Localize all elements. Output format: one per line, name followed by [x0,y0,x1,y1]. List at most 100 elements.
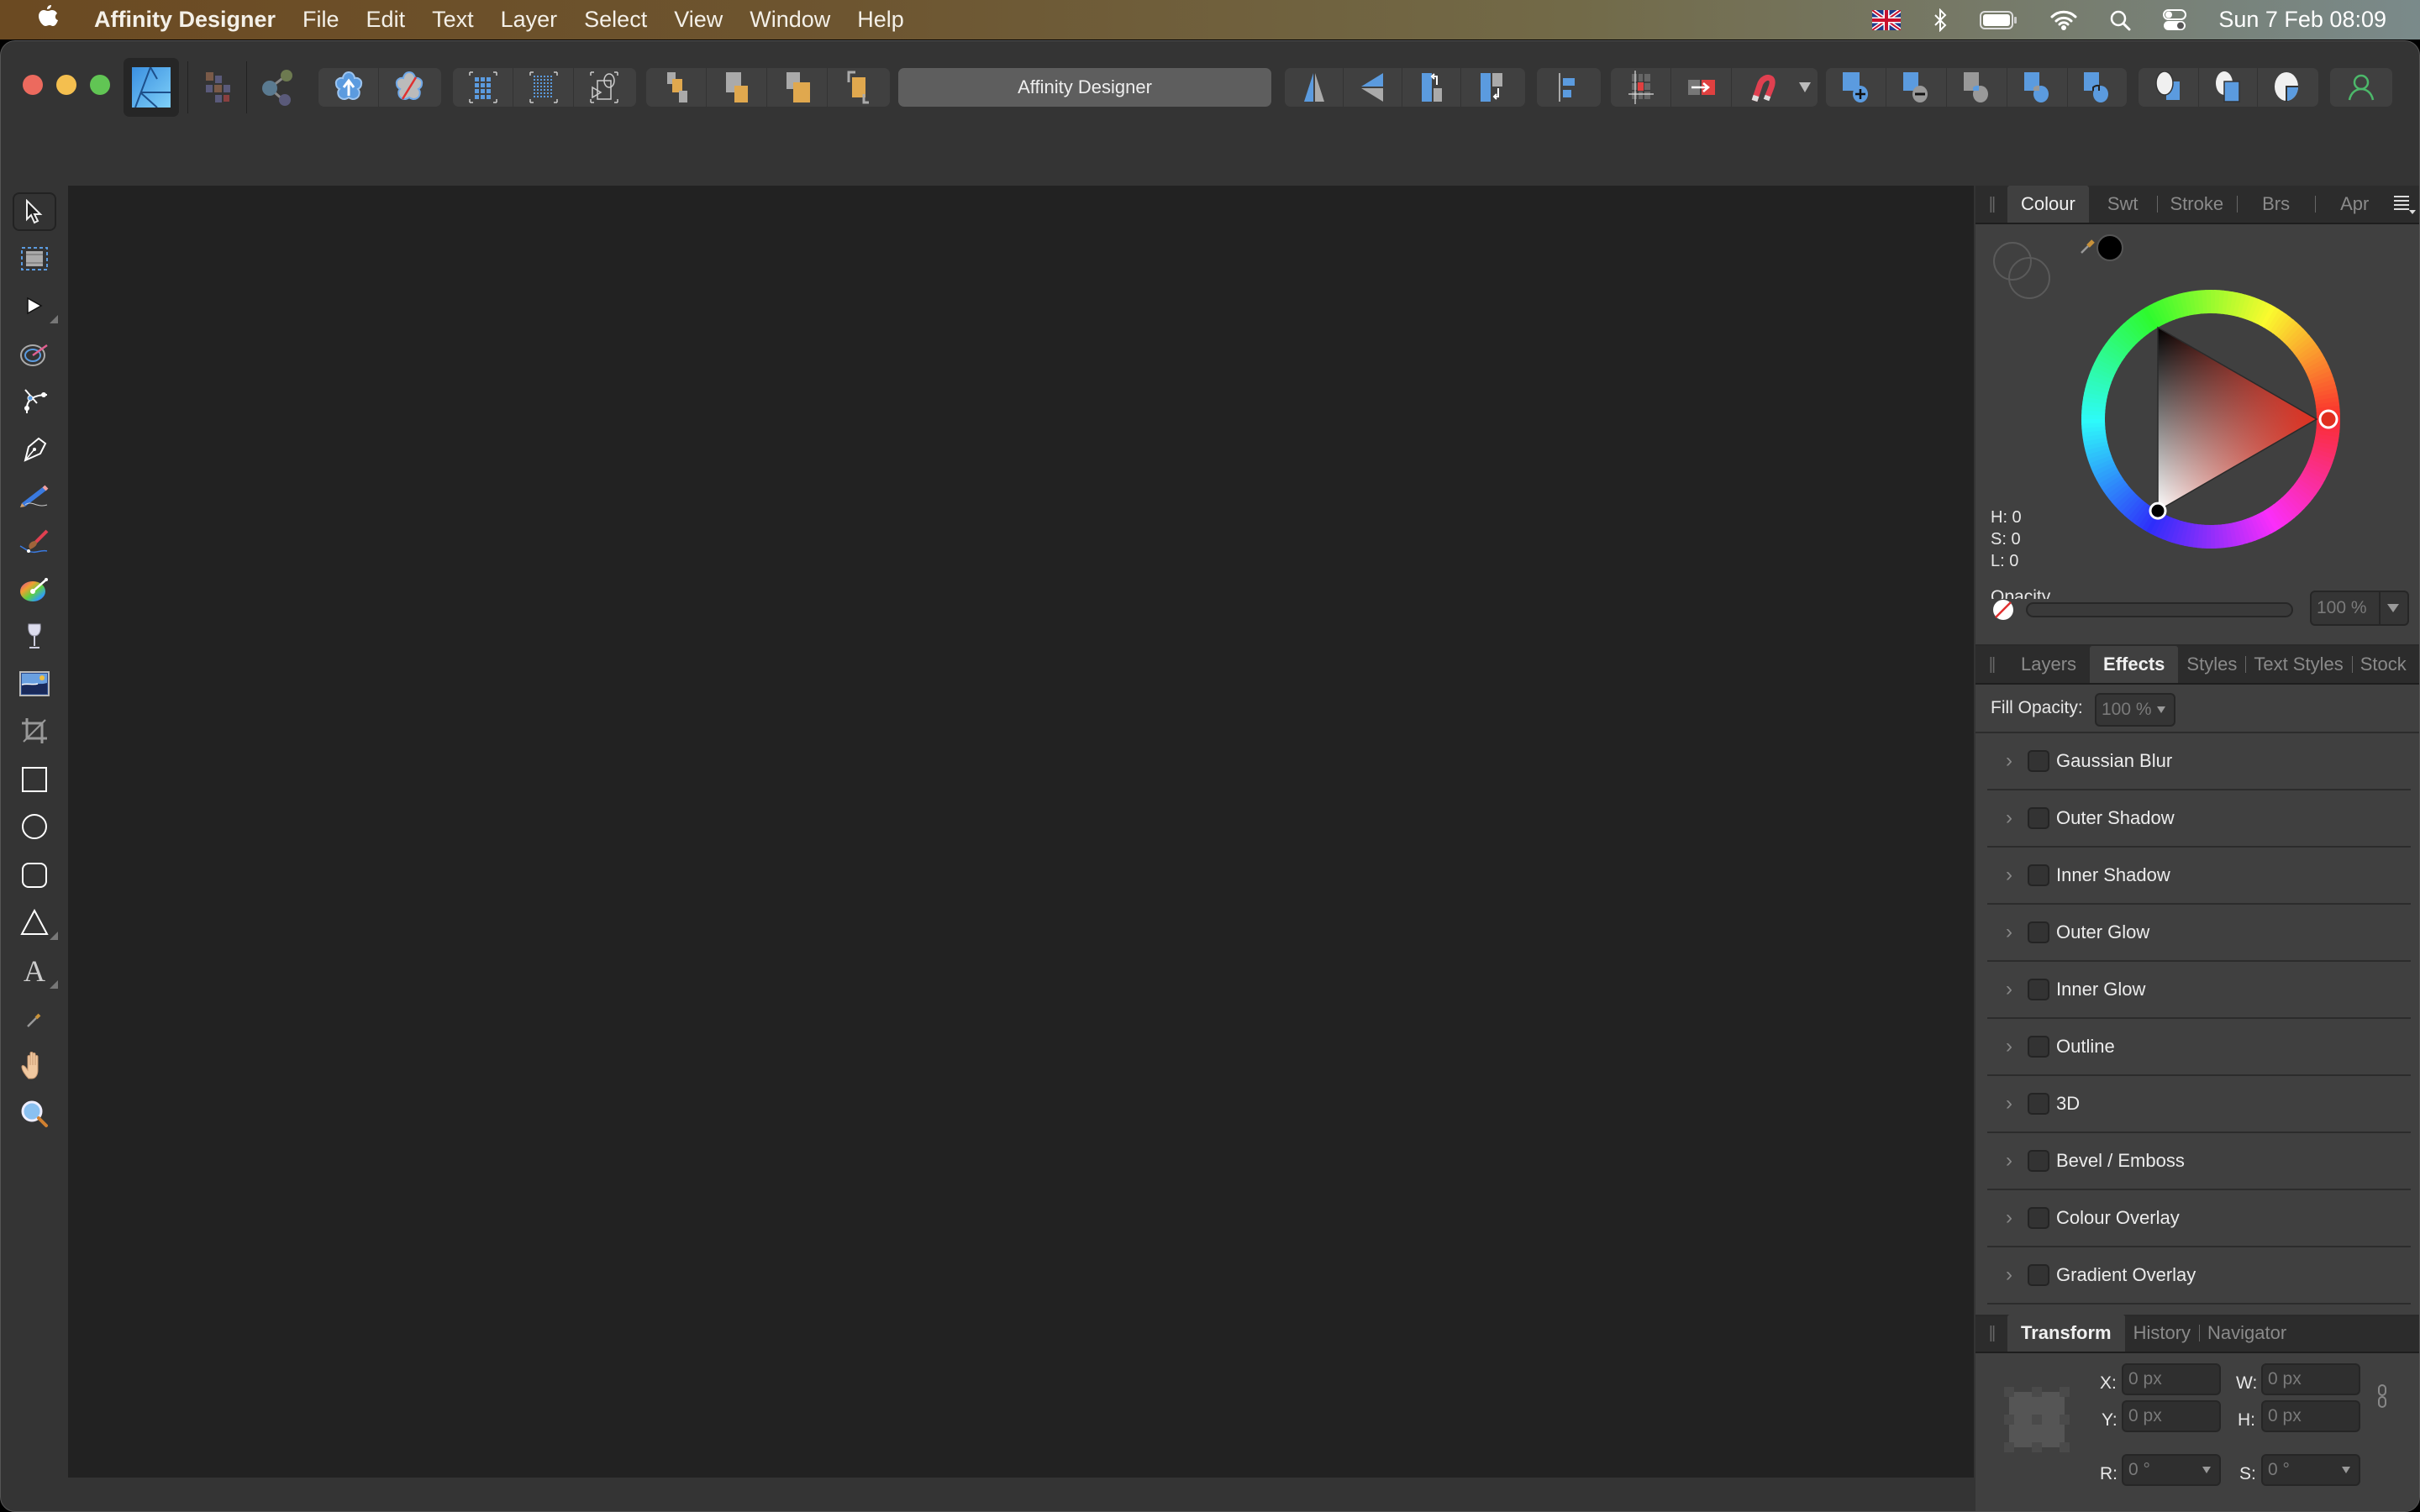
move-to-front-button[interactable] [767,68,828,107]
chevron-right-icon[interactable]: › [2006,806,2026,830]
current-colour-swatch[interactable] [2096,234,2123,261]
pixel-persona-button[interactable] [203,68,239,107]
effect-row[interactable]: › Colour Overlay [1987,1190,2411,1247]
chevron-right-icon[interactable]: › [2006,1263,2026,1287]
shear-field[interactable]: 0 ° [2261,1454,2360,1486]
add-assistant-button[interactable] [318,68,379,107]
chevron-right-icon[interactable]: › [2006,978,2026,1001]
effect-row[interactable]: › Inner Glow [1987,962,2411,1019]
minimize-window-button[interactable] [56,75,76,95]
panel-grip-handle[interactable]: || [1975,646,2007,683]
effect-checkbox[interactable] [2028,1150,2049,1172]
move-back-one-button[interactable] [646,68,707,107]
effect-row[interactable]: › Bevel / Emboss [1987,1133,2411,1190]
menu-select[interactable]: Select [584,7,647,33]
place-image-tool[interactable] [13,664,56,703]
designer-persona-button[interactable] [124,58,179,117]
chevron-right-icon[interactable]: › [2006,749,2026,773]
height-field[interactable]: 0 px [2261,1400,2360,1432]
battery-icon[interactable] [1980,10,2018,30]
menubar-clock[interactable]: Sun 7 Feb 08:09 [2218,7,2386,33]
lock-aspect-chain-icon[interactable] [2377,1383,2387,1409]
snap-to-pixel-button[interactable] [513,68,574,107]
panel-menu-icon[interactable] [2392,194,2416,219]
effect-checkbox[interactable] [2028,1264,2049,1286]
chevron-right-icon[interactable]: › [2006,1035,2026,1058]
effect-row[interactable]: › Outer Shadow [1987,790,2411,848]
move-to-back-button[interactable] [707,68,767,107]
tab-styles[interactable]: Styles [2178,646,2245,683]
rotate-left-button[interactable] [1402,68,1461,107]
opacity-slider[interactable] [2026,602,2293,617]
tab-effects[interactable]: Effects [2090,646,2179,683]
fill-tool[interactable] [13,570,56,609]
fill-opacity-field[interactable]: 100 % [2095,693,2175,727]
apple-menu-icon[interactable] [35,4,60,36]
spotlight-search-icon[interactable] [2109,9,2131,31]
effect-checkbox[interactable] [2028,1207,2049,1229]
snap-to-grid-button[interactable] [453,68,513,107]
snapping-grid-button[interactable] [1611,68,1671,107]
rotate-right-button[interactable] [1461,68,1520,107]
effect-checkbox[interactable] [2028,1036,2049,1058]
effect-checkbox[interactable] [2028,921,2049,943]
tab-history[interactable]: History [2125,1315,2199,1352]
colour-picker-tool[interactable] [13,1000,56,1039]
transparency-tool[interactable] [13,617,56,656]
x-position-field[interactable]: 0 px [2122,1363,2221,1395]
menu-window[interactable]: Window [750,7,830,33]
move-tool[interactable] [13,192,56,231]
y-position-field[interactable]: 0 px [2122,1400,2221,1432]
effect-row[interactable]: › Inner Shadow [1987,848,2411,905]
node-tool[interactable] [13,286,58,325]
effect-checkbox[interactable] [2028,864,2049,886]
insert-top-button[interactable] [2258,68,2317,107]
menu-help[interactable]: Help [857,7,904,33]
effect-row[interactable]: › Outline [1987,1019,2411,1076]
fill-stroke-swatch-icon[interactable] [1991,239,2058,307]
panel-grip-handle[interactable]: || [1975,186,2007,223]
effect-checkbox[interactable] [2028,750,2049,772]
export-persona-button[interactable] [258,66,298,108]
pen-point-tool[interactable] [13,382,56,421]
snap-to-geometry-button[interactable] [574,68,634,107]
eyedropper-icon[interactable] [2080,238,2096,255]
effect-checkbox[interactable] [2028,1093,2049,1115]
effect-row[interactable]: › Gradient Overlay [1987,1247,2411,1305]
rotation-field[interactable]: 0 ° [2122,1454,2221,1486]
chevron-right-icon[interactable]: › [2006,1149,2026,1173]
boolean-intersect-button[interactable] [1947,68,2007,107]
boolean-divide-button[interactable] [2068,68,2127,107]
crop-tool[interactable] [13,711,56,750]
rounded-rectangle-tool[interactable] [13,856,56,895]
menu-layer[interactable]: Layer [501,7,558,33]
tab-brushes[interactable]: Brs [2237,186,2315,223]
tab-stock[interactable]: Stock [2351,646,2415,683]
effect-checkbox[interactable] [2028,807,2049,829]
wifi-icon[interactable] [2050,9,2077,31]
remove-assistant-button[interactable] [379,68,439,107]
ellipse-tool[interactable] [13,807,56,846]
flip-vertical-button[interactable] [1344,68,1402,107]
snapping-options-dropdown[interactable] [1792,68,1818,107]
menu-text[interactable]: Text [432,7,474,33]
corner-tool[interactable] [13,335,56,374]
width-field[interactable]: 0 px [2261,1363,2360,1395]
chevron-right-icon[interactable]: › [2006,921,2026,944]
pencil-tool[interactable] [13,476,56,515]
close-window-button[interactable] [23,75,43,95]
tab-stroke[interactable]: Stroke [2156,186,2238,223]
tab-colour[interactable]: Colour [2007,186,2089,223]
menu-app-name[interactable]: Affinity Designer [94,7,276,33]
uk-flag-icon[interactable] [1872,9,1902,30]
artistic-text-tool[interactable]: A [13,952,58,990]
tab-layers[interactable]: Layers [2007,646,2090,683]
document-canvas[interactable] [68,186,1974,1478]
menu-view[interactable]: View [674,7,723,33]
align-button[interactable] [1537,68,1601,107]
insert-behind-button[interactable] [2139,68,2199,107]
anchor-point-selector[interactable] [2004,1387,2070,1452]
insert-inside-button[interactable] [2199,68,2258,107]
chevron-right-icon[interactable]: › [2006,864,2026,887]
tab-navigator[interactable]: Navigator [2199,1315,2295,1352]
